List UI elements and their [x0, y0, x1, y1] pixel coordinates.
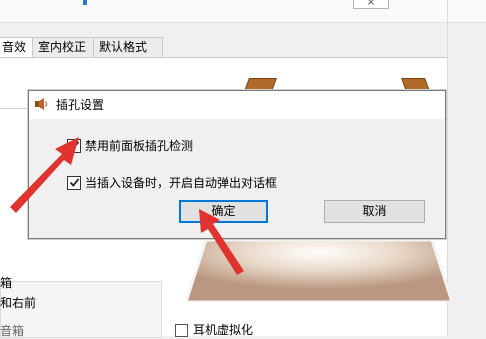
cancel-button[interactable]: 取消	[324, 200, 425, 223]
tab-room-correction[interactable]: 室内校正	[32, 37, 94, 57]
auto-popup-label[interactable]: 当插入设备时，开启自动弹出对话框	[85, 174, 277, 191]
speaker-list-item: 和右前	[0, 296, 37, 310]
disable-front-jack-checkbox[interactable]	[67, 139, 81, 153]
virtualization-label: 耳机虚拟化	[193, 323, 254, 337]
close-button[interactable]: ×	[353, 0, 389, 9]
jack-settings-dialog: 插孔设置 禁用前面板插孔检测 当插入设备时，开启自动弹出对话框 确定 取消	[28, 90, 446, 239]
close-icon: ×	[366, 0, 376, 8]
speaker-icon	[35, 98, 47, 110]
checkmark-icon	[69, 178, 80, 187]
tab-default-format[interactable]: 默认格式	[93, 37, 163, 57]
checkmark-icon	[69, 141, 80, 150]
scroll-indicator	[83, 0, 87, 5]
dialog-title: 插孔设置	[56, 98, 105, 112]
speaker-list-item: 音箱	[0, 324, 25, 338]
ok-button[interactable]: 确定	[179, 200, 268, 223]
virtualization-checkbox[interactable]	[175, 324, 188, 337]
disable-front-jack-label[interactable]: 禁用前面板插孔检测	[85, 137, 193, 154]
room-floor-graphic	[186, 240, 452, 302]
speaker-list-item: 箱	[0, 276, 13, 290]
dialog-titlebar[interactable]: 插孔设置	[29, 91, 445, 119]
window-top-area	[0, 0, 486, 23]
auto-popup-checkbox[interactable]	[67, 176, 81, 190]
